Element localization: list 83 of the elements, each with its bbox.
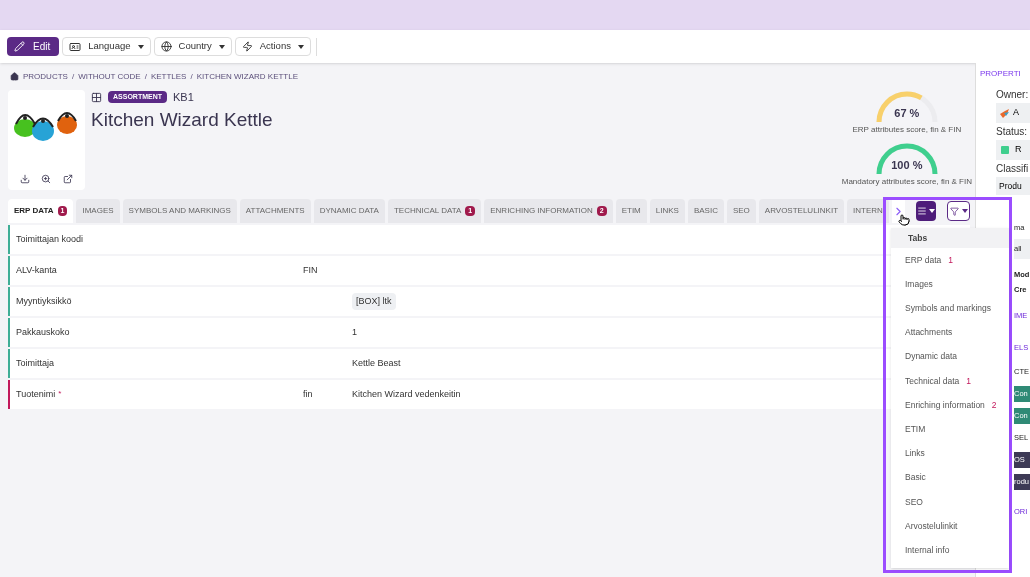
tab[interactable]: INTERN bbox=[847, 199, 889, 223]
edit-button[interactable]: Edit bbox=[7, 37, 60, 56]
menu-item[interactable]: Symbols and markings bbox=[891, 296, 1009, 321]
breadcrumb-separator: / bbox=[190, 70, 193, 83]
external-link-icon[interactable] bbox=[63, 174, 74, 184]
status-square-icon bbox=[1001, 146, 1009, 154]
owner-field[interactable]: A bbox=[996, 103, 1030, 123]
menu-item[interactable]: Enriching information 2 bbox=[891, 393, 1009, 418]
caret-icon bbox=[297, 44, 304, 49]
menu-item[interactable]: Images bbox=[891, 272, 1009, 297]
score-gauge bbox=[874, 90, 939, 124]
lightning-icon bbox=[241, 41, 253, 52]
filter-button[interactable] bbox=[947, 201, 970, 221]
tab[interactable]: SYMBOLS AND MARKINGS bbox=[122, 199, 237, 223]
download-icon[interactable] bbox=[19, 174, 30, 184]
status-field[interactable]: R bbox=[996, 140, 1030, 160]
attribute-label: Myyntiyksikkö bbox=[16, 294, 72, 308]
tab[interactable]: SEO bbox=[726, 199, 756, 223]
product-title: Kitchen Wizard Kettle bbox=[91, 108, 273, 132]
classification-label: Classifi bbox=[996, 162, 1030, 176]
menu-item[interactable]: Basic bbox=[891, 465, 1009, 490]
menu-header: Tabs bbox=[891, 228, 1009, 248]
score-gauge bbox=[874, 142, 939, 176]
menu-item[interactable]: SEO bbox=[891, 489, 1009, 515]
caret-icon bbox=[137, 44, 144, 49]
attribute-value: Kitchen Wizard vedenkeitin bbox=[352, 387, 461, 401]
attribute-label: Toimittaja bbox=[16, 356, 54, 370]
breadcrumb-separator: / bbox=[71, 70, 75, 83]
menu-icon bbox=[917, 206, 928, 216]
breadcrumb-link[interactable]: PRODUCTS bbox=[23, 70, 68, 83]
menu-item[interactable]: Technical data 1 bbox=[891, 368, 1009, 394]
status-label: Status: bbox=[996, 125, 1029, 139]
tab[interactable]: DYNAMIC DATA bbox=[313, 199, 385, 223]
breadcrumb-separator: / bbox=[144, 70, 147, 83]
attribute-label: Tuotenimi bbox=[16, 387, 56, 401]
language-cell: FIN bbox=[303, 264, 318, 275]
menu-item[interactable]: ETIM bbox=[891, 417, 1009, 442]
score-label: ERP attributes score, fin & FIN bbox=[852, 124, 962, 136]
menu-item[interactable]: Arvostelulinkit bbox=[891, 514, 1009, 539]
score-value: 100 % bbox=[890, 158, 924, 173]
menu-item[interactable]: ERP data 1 bbox=[891, 248, 1009, 273]
tab[interactable]: BASIC bbox=[687, 199, 724, 223]
dropdown-button[interactable]: Actions bbox=[234, 37, 311, 56]
tab[interactable]: ATTACHMENTS bbox=[239, 199, 311, 223]
tab[interactable]: IMAGES bbox=[76, 199, 120, 223]
filter-icon bbox=[949, 206, 959, 216]
grid-icon bbox=[91, 91, 102, 103]
menu-item[interactable]: Attachments bbox=[891, 320, 1009, 345]
breadcrumb-link[interactable]: KITCHEN WIZARD KETTLE bbox=[196, 70, 299, 83]
caret-icon bbox=[218, 44, 225, 49]
score-label: Mandatory attributes score, fin & FIN bbox=[841, 176, 972, 188]
dropdown-button[interactable]: Language bbox=[62, 37, 151, 56]
attribute-label: Pakkauskoko bbox=[16, 325, 70, 339]
menu-item[interactable]: Dynamic data bbox=[891, 344, 1009, 369]
zoom-icon[interactable] bbox=[41, 174, 52, 184]
score-value: 67 % bbox=[893, 106, 921, 121]
home-icon[interactable] bbox=[10, 72, 19, 81]
caret-icon bbox=[929, 209, 936, 213]
tab[interactable]: ARVOSTELULINKIT bbox=[758, 199, 845, 223]
breadcrumb-link[interactable]: KETTLES bbox=[150, 70, 187, 83]
globe-icon bbox=[160, 41, 172, 52]
pencil-icon bbox=[14, 41, 25, 52]
panel-title[interactable]: PROPERTI bbox=[980, 63, 1030, 85]
attribute-label: ALV-kanta bbox=[16, 263, 57, 277]
attribute-value: Kettle Beast bbox=[352, 356, 401, 370]
tabs-menu-button[interactable] bbox=[915, 201, 937, 221]
owner-label: Owner: bbox=[996, 88, 1030, 102]
breadcrumb-link[interactable]: WITHOUT CODE bbox=[78, 70, 141, 83]
tab[interactable]: ETIM bbox=[615, 199, 647, 223]
value-tag: [BOX] ltk bbox=[352, 292, 396, 311]
classification-field[interactable]: Produ bbox=[996, 177, 1030, 195]
dropdown-button[interactable]: Country bbox=[153, 37, 232, 56]
menu-item[interactable]: Links bbox=[891, 441, 1009, 466]
caret-icon bbox=[961, 209, 968, 213]
menu-item[interactable]: Internal info bbox=[891, 538, 1009, 563]
tab[interactable]: LINKS bbox=[649, 199, 685, 223]
language-cell: fin bbox=[303, 388, 313, 399]
bird-icon bbox=[1000, 108, 1010, 118]
product-code: KB1 bbox=[173, 89, 194, 105]
required-mark: * bbox=[58, 387, 62, 400]
attribute-label: Toimittajan koodi bbox=[16, 232, 84, 246]
id-card-icon bbox=[69, 40, 82, 53]
attribute-value: 1 bbox=[352, 325, 357, 339]
